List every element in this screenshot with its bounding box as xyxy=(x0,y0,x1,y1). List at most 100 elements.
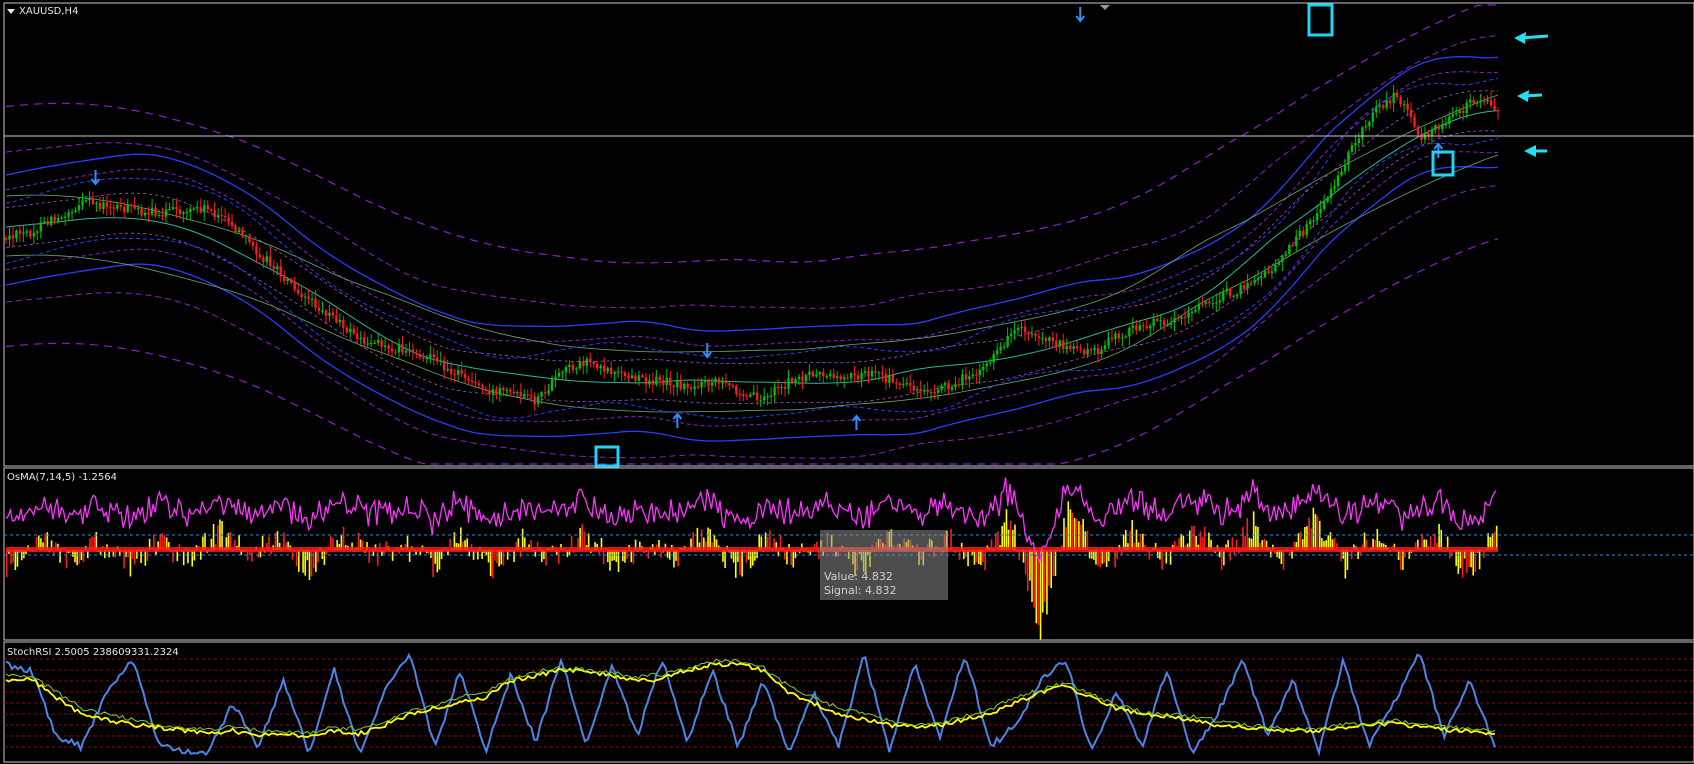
candle-body xyxy=(356,333,359,340)
candle-body xyxy=(1465,102,1468,114)
osma-bar xyxy=(182,550,185,566)
osma-bar xyxy=(1316,516,1319,550)
candle-body xyxy=(460,370,463,374)
candle-body xyxy=(369,342,373,345)
candle-body xyxy=(1493,105,1496,111)
candle-body xyxy=(456,370,460,375)
candle-body xyxy=(874,371,877,373)
candle-body xyxy=(1246,282,1249,289)
osma-bar xyxy=(724,550,726,569)
candle-body xyxy=(77,205,81,211)
candle-body xyxy=(1416,126,1420,135)
candle-body xyxy=(512,391,515,394)
candle-body xyxy=(136,208,140,210)
osma-bar xyxy=(1203,526,1206,550)
candle-body xyxy=(505,389,509,391)
candle-body xyxy=(700,381,703,388)
candle-body xyxy=(1371,112,1374,122)
candle-body xyxy=(342,319,345,328)
candle-body xyxy=(714,378,717,383)
candle-body xyxy=(1020,326,1023,329)
osma-bar xyxy=(1314,514,1317,550)
osma-bar xyxy=(129,550,132,577)
osma-bar xyxy=(1466,550,1468,574)
osma-bar xyxy=(1455,550,1457,566)
candle-body xyxy=(203,205,206,213)
candle-body xyxy=(1204,301,1208,304)
candle-body xyxy=(1211,303,1215,305)
osma-bar xyxy=(221,521,223,550)
candle-body xyxy=(1222,291,1225,301)
candle-body xyxy=(147,212,150,215)
osma-bar xyxy=(65,550,68,569)
osma-bar xyxy=(1001,526,1003,550)
candle-body xyxy=(8,235,11,240)
candle-body xyxy=(300,293,303,298)
candle-body xyxy=(745,396,748,398)
candle-body xyxy=(168,209,171,211)
price-panel[interactable] xyxy=(3,2,1694,467)
osma-bar xyxy=(1035,550,1038,624)
candle-body xyxy=(175,207,178,210)
candle-body xyxy=(126,204,129,212)
trading-chart[interactable]: Value: 4.832 Signal: 4.832 XAUUSD,H4 OsM… xyxy=(0,0,1694,764)
osma-bar xyxy=(581,524,584,550)
candle-body xyxy=(853,373,856,376)
candle-body xyxy=(11,235,15,239)
candle-body xyxy=(1392,93,1395,104)
candle-body xyxy=(902,383,905,385)
candle-body xyxy=(495,389,498,394)
candle-body xyxy=(1409,109,1413,118)
candle-body xyxy=(936,389,940,393)
candle-body xyxy=(196,207,199,209)
candle-body xyxy=(150,207,154,215)
candle-body xyxy=(1187,312,1190,318)
candle-body xyxy=(1016,328,1020,331)
candle-body xyxy=(728,383,731,386)
osma-bar xyxy=(786,550,788,565)
candle-body xyxy=(766,396,769,398)
candle-body xyxy=(818,372,822,375)
candle-body xyxy=(922,390,926,392)
osma-bar xyxy=(1052,550,1055,576)
candle-body xyxy=(1489,99,1493,106)
candle-body xyxy=(1166,324,1169,327)
candle-body xyxy=(223,216,227,218)
candle-body xyxy=(1051,337,1055,341)
candle-body xyxy=(1232,295,1235,297)
candle-body xyxy=(929,392,933,394)
candle-body xyxy=(310,298,314,300)
candle-body xyxy=(1044,338,1048,342)
candle-body xyxy=(324,310,328,316)
osma-bar xyxy=(973,550,976,565)
candle-body xyxy=(787,378,790,389)
candle-body xyxy=(230,221,234,226)
osma-bar xyxy=(558,550,560,564)
candle-body xyxy=(1451,114,1454,117)
osma-bar xyxy=(315,550,317,572)
candle-body xyxy=(130,204,133,207)
osma-bar xyxy=(434,550,437,564)
candle-body xyxy=(554,376,557,380)
candle-body xyxy=(373,342,376,345)
candle-body xyxy=(627,375,630,379)
osma-bar xyxy=(1105,550,1108,568)
candle-body xyxy=(623,372,627,376)
osma-bar xyxy=(984,550,986,571)
candle-body xyxy=(888,374,891,383)
osma-bar xyxy=(696,527,699,550)
candle-body xyxy=(70,212,74,214)
candle-body xyxy=(1072,346,1075,350)
candle-body xyxy=(39,222,42,232)
candle-body xyxy=(258,254,262,258)
candle-body xyxy=(689,387,693,390)
candle-body xyxy=(731,385,735,387)
osma-bar xyxy=(1282,550,1285,570)
stoch-panel[interactable] xyxy=(3,641,1694,763)
candle-body xyxy=(477,383,481,386)
candle-body xyxy=(961,374,964,386)
candle-body xyxy=(1162,320,1166,326)
osma-bar xyxy=(1459,550,1462,569)
candle-body xyxy=(359,337,362,340)
osma-bar xyxy=(1099,550,1102,568)
